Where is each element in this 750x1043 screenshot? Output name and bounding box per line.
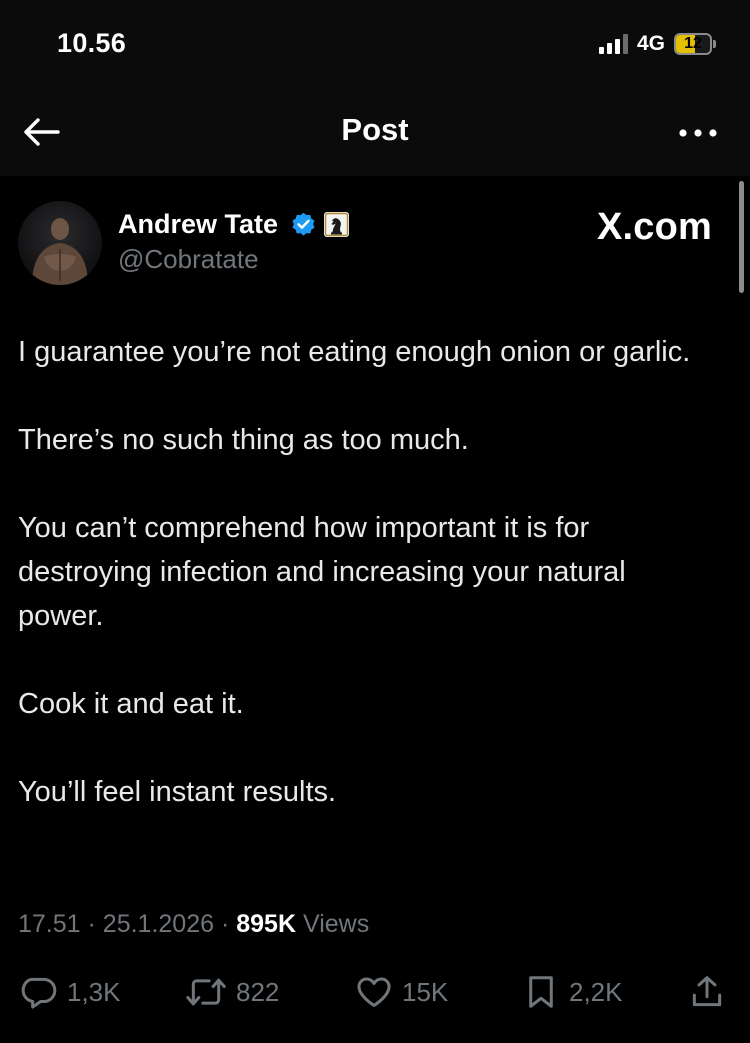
more-options-button[interactable] xyxy=(678,118,718,148)
battery-icon: 12 xyxy=(674,33,716,55)
heart-icon xyxy=(357,977,391,1007)
post-date: 25.1.2026 xyxy=(102,910,215,938)
avatar[interactable] xyxy=(18,201,102,285)
network-type: 4G xyxy=(636,32,665,55)
watermark: X.com xyxy=(596,206,712,248)
battery-percent: 12 xyxy=(684,35,702,52)
page-title: Post xyxy=(341,112,409,147)
bookmark-button[interactable]: 2,2K xyxy=(522,968,623,1016)
chess-knight-badge-icon xyxy=(324,212,349,237)
post-time: 17.51 xyxy=(18,910,81,938)
meta-separator: · xyxy=(87,910,96,938)
post-meta: 17.51 · 25.1.2026 · 895K Views xyxy=(18,910,369,939)
post-paragraph: I guarantee you’re not eating enough oni… xyxy=(18,336,691,368)
like-count: 15K xyxy=(402,976,449,1007)
post-text: I guarantee you’re not eating enough oni… xyxy=(18,330,718,814)
post-paragraph: You’ll feel instant results. xyxy=(18,776,337,808)
author-handle[interactable]: @Cobratate xyxy=(118,244,259,275)
post-paragraph: There’s no such thing as too much. xyxy=(18,424,469,456)
scrollbar[interactable] xyxy=(739,181,744,293)
reply-icon xyxy=(21,977,57,1009)
repost-button[interactable]: 822 xyxy=(185,968,279,1016)
post-paragraph: You can’t comprehend how important it is… xyxy=(18,512,626,632)
reply-count: 1,3K xyxy=(67,976,121,1007)
views-count[interactable]: 895K xyxy=(236,910,296,938)
views-label: Views xyxy=(302,910,370,938)
status-time: 10.56 xyxy=(57,28,127,58)
author-name[interactable]: Andrew Tate xyxy=(118,209,278,240)
author-badges xyxy=(290,211,350,238)
post-paragraph: Cook it and eat it. xyxy=(18,688,244,720)
arrow-left-icon xyxy=(24,118,60,146)
signal-strength-icon xyxy=(598,34,628,54)
top-bar: 10.56 4G 12 Post xyxy=(0,0,750,176)
bookmark-count: 2,2K xyxy=(569,976,623,1007)
repost-count: 822 xyxy=(236,976,280,1007)
more-horizontal-icon xyxy=(679,129,717,137)
share-button[interactable] xyxy=(688,968,726,1016)
status-indicators: 4G 12 xyxy=(598,30,716,58)
back-button[interactable] xyxy=(20,112,62,152)
bookmark-icon xyxy=(529,976,553,1008)
reply-button[interactable]: 1,3K xyxy=(20,968,121,1016)
share-icon xyxy=(692,976,722,1007)
like-button[interactable]: 15K xyxy=(355,968,448,1016)
action-bar: 1,3K 822 15K 2,2K xyxy=(0,968,750,1016)
repost-icon xyxy=(186,978,226,1006)
verified-badge-icon xyxy=(292,212,315,236)
meta-separator: · xyxy=(220,910,230,938)
